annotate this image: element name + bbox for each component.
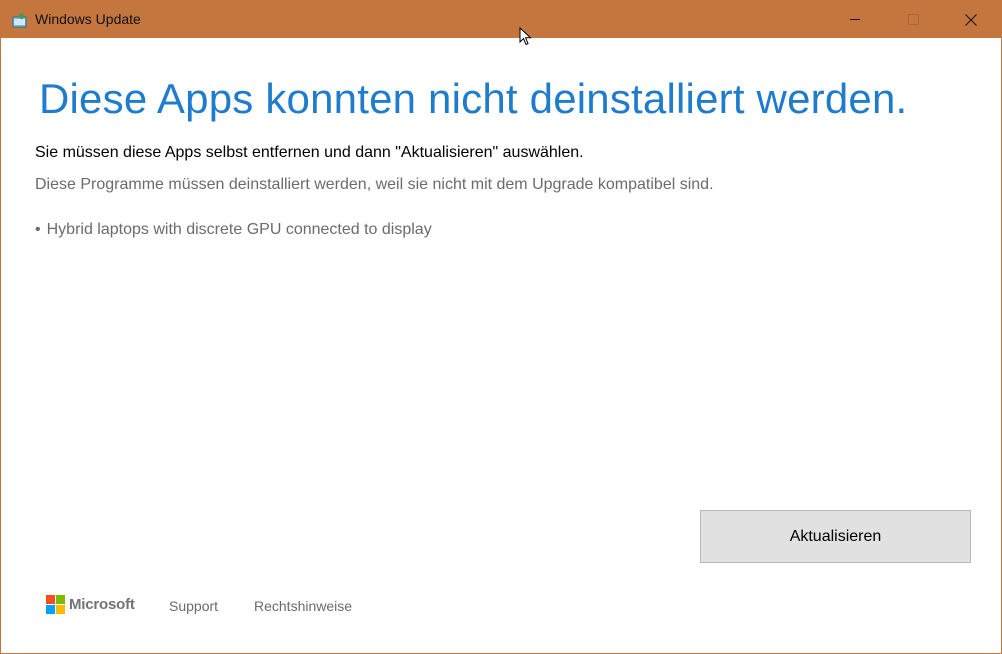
- support-link[interactable]: Support: [169, 598, 218, 614]
- incompatible-apps-list: • Hybrid laptops with discrete GPU connec…: [35, 221, 432, 239]
- list-item: • Hybrid laptops with discrete GPU connec…: [35, 221, 432, 239]
- page-heading: Diese Apps konnten nicht deinstalliert w…: [39, 75, 908, 122]
- maximize-icon: [907, 14, 919, 25]
- minimize-icon: [850, 19, 860, 20]
- microsoft-logo-icon: [46, 595, 65, 614]
- legal-notices-link[interactable]: Rechtshinweise: [254, 598, 352, 614]
- mouse-cursor-icon: [519, 27, 532, 46]
- close-icon: [965, 13, 977, 26]
- instruction-text: Sie müssen diese Apps selbst entfernen u…: [35, 144, 584, 161]
- minimize-button[interactable]: [826, 1, 884, 38]
- window-title: Windows Update: [35, 11, 141, 27]
- bullet-marker: •: [35, 221, 41, 238]
- app-name: Hybrid laptops with discrete GPU connect…: [46, 221, 432, 238]
- windows-update-window: Windows Update Diese Apps konnten nicht …: [0, 0, 1002, 654]
- maximize-button: [884, 1, 942, 38]
- explanation-text: Diese Programme müssen deinstalliert wer…: [35, 176, 714, 193]
- title-bar[interactable]: Windows Update: [1, 1, 1001, 38]
- microsoft-wordmark: Microsoft: [69, 596, 135, 613]
- close-button[interactable]: [942, 1, 1000, 38]
- update-button[interactable]: Aktualisieren: [700, 510, 971, 563]
- windows-update-icon: [12, 13, 27, 28]
- microsoft-logo: Microsoft: [46, 595, 135, 614]
